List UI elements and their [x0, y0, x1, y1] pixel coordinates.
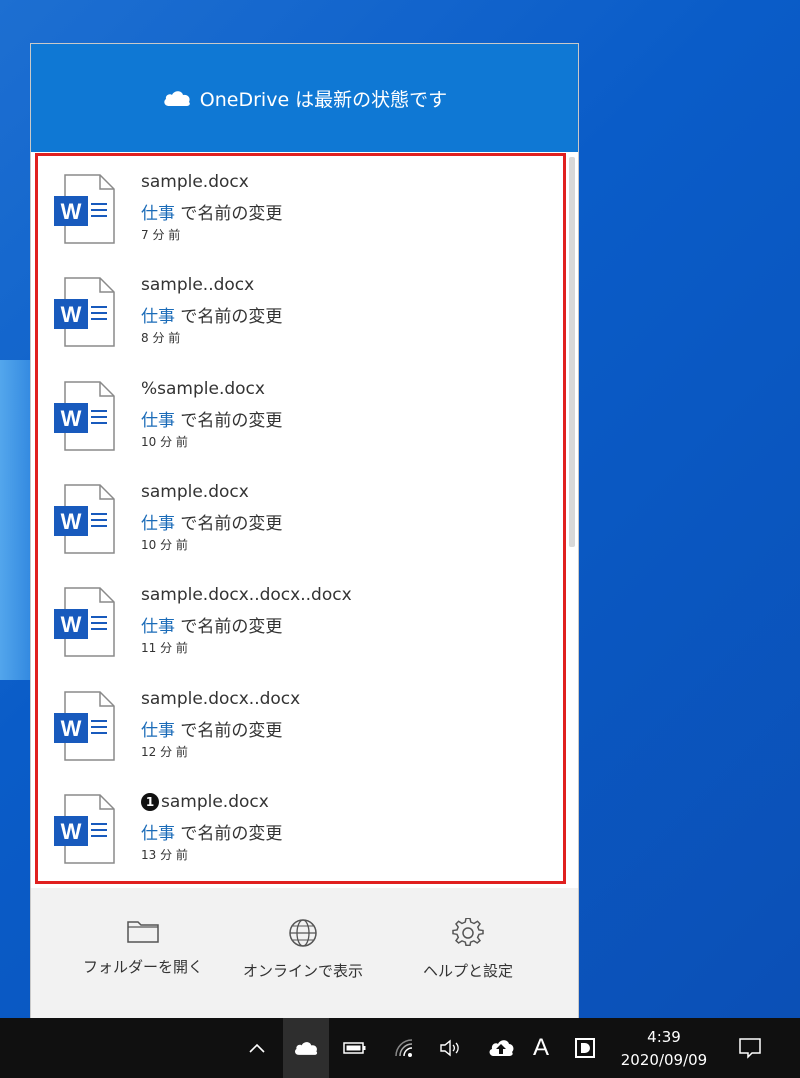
- file-action: 仕事 で名前の変更: [141, 410, 283, 431]
- svg-text:W: W: [61, 819, 82, 844]
- file-name: 1 sample.docx: [141, 792, 269, 812]
- speaker-icon: [440, 1039, 459, 1057]
- view-online-button[interactable]: オンラインで表示: [228, 918, 378, 998]
- battery-tray-button[interactable]: [340, 1033, 370, 1063]
- volume-tray-button[interactable]: [436, 1033, 466, 1063]
- folder-link[interactable]: 仕事: [141, 824, 175, 844]
- file-time: 11 分 前: [141, 641, 188, 656]
- file-list-item[interactable]: W sample..docx 仕事 で名前の変更 8 分 前: [38, 259, 563, 362]
- file-list-item[interactable]: W sample.docx..docx..docx 仕事 で名前の変更 11 分…: [38, 569, 563, 672]
- file-name: sample.docx: [141, 481, 249, 502]
- action-center-button[interactable]: [735, 1033, 765, 1063]
- view-online-label: オンラインで表示: [242, 962, 363, 980]
- file-action: 仕事 で名前の変更: [141, 617, 283, 638]
- svg-text:W: W: [61, 302, 82, 327]
- file-time: 10 分 前: [141, 434, 188, 449]
- open-folder-button[interactable]: フォルダーを開く: [68, 918, 218, 998]
- flyout-header: OneDrive は最新の状態です: [31, 44, 578, 152]
- file-list-item[interactable]: W sample.docx 仕事 で名前の変更 10 分 前: [38, 466, 563, 569]
- file-name: sample.docx..docx: [141, 688, 301, 709]
- word-document-icon: W: [54, 380, 115, 451]
- svg-text:W: W: [61, 406, 82, 431]
- battery-icon: [343, 1042, 366, 1054]
- file-list-item[interactable]: W %sample.docx 仕事 で名前の変更 10 分 前: [38, 363, 563, 466]
- globe-icon: [289, 919, 317, 947]
- clock-time: 4:39: [647, 1028, 681, 1046]
- cloud-icon: [295, 1042, 318, 1055]
- ime-mode-button[interactable]: A: [528, 1033, 554, 1063]
- flyout-footer: フォルダーを開く オンラインで表示 ヘルプと設定: [31, 888, 578, 1019]
- word-document-icon: W: [54, 690, 115, 761]
- svg-text:W: W: [61, 716, 82, 741]
- gear-icon: [452, 918, 484, 947]
- file-name: sample.docx..docx..docx: [141, 585, 352, 606]
- cloud-icon: [164, 91, 190, 106]
- word-document-icon: W: [54, 277, 115, 348]
- clock[interactable]: 4:39 2020/09/09: [608, 1026, 720, 1072]
- folder-link[interactable]: 仕事: [141, 617, 175, 637]
- clock-date: 2020/09/09: [620, 1051, 708, 1069]
- file-list-item[interactable]: W sample.docx..docx 仕事 で名前の変更 12 分 前: [38, 673, 563, 776]
- notes-tray-button[interactable]: [570, 1033, 600, 1063]
- file-action: 仕事 で名前の変更: [141, 513, 283, 534]
- recent-files-list: W sample.docx 仕事 で名前の変更 7 分 前 W sample..…: [35, 153, 566, 884]
- file-time: 7 分 前: [141, 228, 181, 242]
- folder-link[interactable]: 仕事: [141, 204, 175, 224]
- notification-icon: [739, 1038, 761, 1059]
- list-scrollbar[interactable]: [569, 157, 575, 547]
- file-action: 仕事 で名前の変更: [141, 823, 283, 844]
- svg-text:W: W: [61, 199, 82, 224]
- file-name: %sample.docx: [141, 378, 265, 399]
- onedrive-flyout: OneDrive は最新の状態です W sample.docx 仕事 で名前の変…: [30, 43, 579, 1019]
- folder-link[interactable]: 仕事: [141, 411, 175, 431]
- svg-text:W: W: [61, 509, 82, 534]
- taskbar: A 4:39 2020/09/09: [0, 1018, 800, 1078]
- wifi-icon: [395, 1039, 413, 1057]
- file-list-item[interactable]: W 1 sample.docx 仕事 で名前の変更 13 分 前: [38, 776, 563, 879]
- status-title: OneDrive は最新の状態です: [199, 88, 448, 111]
- file-time: 12 分 前: [141, 744, 188, 759]
- word-document-icon: W: [54, 174, 115, 244]
- help-settings-label: ヘルプと設定: [422, 962, 513, 980]
- file-name: sample..docx: [141, 275, 255, 296]
- folder-link[interactable]: 仕事: [141, 721, 175, 741]
- number-badge: 1: [141, 792, 159, 811]
- file-list-item[interactable]: W sample.docx 仕事 で名前の変更 7 分 前: [38, 156, 563, 259]
- help-settings-button[interactable]: ヘルプと設定: [393, 918, 543, 998]
- onedrive-tray-button[interactable]: [283, 1018, 329, 1078]
- upload-tray-button[interactable]: [486, 1033, 516, 1063]
- chevron-up-icon: [249, 1043, 265, 1053]
- open-folder-label: フォルダーを開く: [82, 958, 203, 976]
- svg-text:W: W: [61, 612, 82, 637]
- cloud-upload-icon: [489, 1040, 514, 1056]
- folder-icon: [127, 921, 159, 943]
- file-time: 10 分 前: [141, 537, 188, 552]
- word-document-icon: W: [54, 794, 115, 864]
- file-time: 13 分 前: [141, 847, 188, 862]
- file-action: 仕事 で名前の変更: [141, 720, 283, 741]
- folder-link[interactable]: 仕事: [141, 307, 175, 327]
- network-tray-button[interactable]: [390, 1033, 420, 1063]
- show-hidden-icons-button[interactable]: [243, 1033, 271, 1063]
- file-name: sample.docx: [141, 172, 249, 192]
- file-action: 仕事 で名前の変更: [141, 307, 283, 328]
- file-time: 8 分 前: [141, 331, 181, 346]
- word-document-icon: W: [54, 484, 115, 554]
- note-icon: [575, 1038, 595, 1058]
- word-document-icon: W: [54, 587, 115, 657]
- folder-link[interactable]: 仕事: [141, 514, 175, 534]
- file-action: 仕事 で名前の変更: [141, 204, 283, 224]
